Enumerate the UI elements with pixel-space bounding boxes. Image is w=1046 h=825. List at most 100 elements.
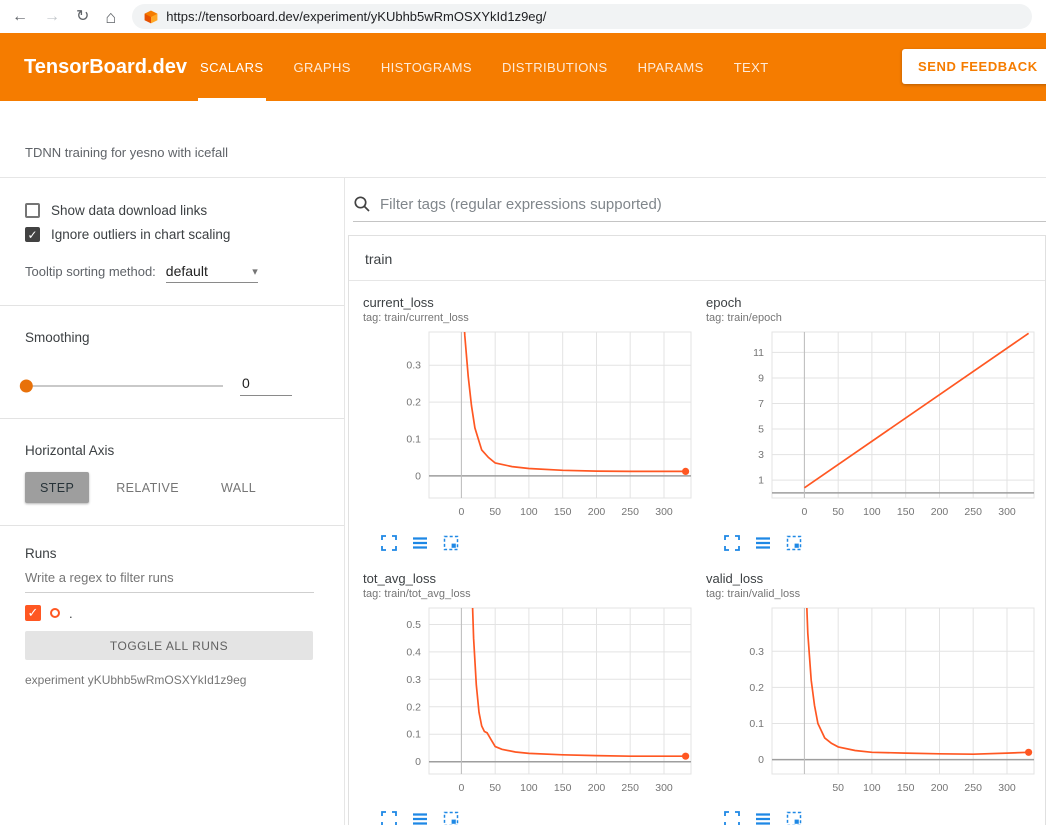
content: Show data download links ✓ Ignore outlie… bbox=[0, 178, 1046, 825]
svg-text:50: 50 bbox=[489, 506, 501, 518]
full-width-icon[interactable] bbox=[412, 811, 428, 825]
svg-text:200: 200 bbox=[931, 506, 949, 518]
axis-relative-button[interactable]: RELATIVE bbox=[101, 472, 194, 503]
app-header: TensorBoard.dev SCALARS GRAPHS HISTOGRAM… bbox=[0, 33, 1046, 101]
toggle-all-runs-button[interactable]: TOGGLE ALL RUNS bbox=[25, 631, 313, 660]
smoothing-value-input[interactable]: 0 bbox=[240, 375, 292, 396]
line-chart[interactable]: 00.10.20.30.40.5050100150200250300 bbox=[363, 602, 698, 807]
browser-toolbar: ← → ↻ ⌂ https://tensorboard.dev/experime… bbox=[0, 0, 1046, 33]
svg-text:250: 250 bbox=[621, 506, 639, 518]
address-bar[interactable]: https://tensorboard.dev/experiment/yKUbh… bbox=[132, 4, 1032, 29]
chart-title: tot_avg_loss bbox=[363, 571, 698, 586]
svg-text:0.1: 0.1 bbox=[749, 718, 764, 730]
svg-text:0.3: 0.3 bbox=[406, 674, 421, 686]
runs-label: Runs bbox=[25, 546, 314, 561]
svg-text:50: 50 bbox=[832, 506, 844, 518]
expand-chart-icon[interactable] bbox=[381, 535, 397, 551]
run-color-icon bbox=[50, 608, 60, 618]
svg-text:150: 150 bbox=[554, 782, 572, 794]
tab-scalars[interactable]: SCALARS bbox=[200, 33, 264, 101]
ignore-outliers-label: Ignore outliers in chart scaling bbox=[51, 227, 230, 242]
axis-wall-button[interactable]: WALL bbox=[206, 472, 271, 503]
tooltip-sorting-select[interactable]: default ▾ bbox=[166, 263, 258, 283]
experiment-title: TDNN training for yesno with icefall bbox=[25, 145, 228, 160]
chart-title: valid_loss bbox=[706, 571, 1041, 586]
tab-graphs[interactable]: GRAPHS bbox=[294, 33, 351, 101]
tooltip-sorting-label: Tooltip sorting method: bbox=[25, 264, 156, 279]
svg-text:50: 50 bbox=[832, 782, 844, 794]
svg-text:250: 250 bbox=[621, 782, 639, 794]
back-icon[interactable]: ← bbox=[12, 9, 28, 25]
chart-card-valid-loss: valid_loss tag: train/valid_loss 00.10.2… bbox=[706, 571, 1041, 825]
run-group-card: train current_loss tag: train/current_lo… bbox=[348, 235, 1046, 825]
svg-text:0.2: 0.2 bbox=[749, 682, 764, 694]
fit-domain-icon[interactable] bbox=[786, 535, 802, 551]
fit-domain-icon[interactable] bbox=[786, 811, 802, 825]
horizontal-axis-label: Horizontal Axis bbox=[25, 443, 314, 458]
chart-tag: tag: train/current_loss bbox=[363, 312, 698, 324]
svg-text:7: 7 bbox=[758, 398, 764, 410]
svg-text:0: 0 bbox=[458, 506, 464, 518]
send-feedback-button[interactable]: SEND FEEDBACK bbox=[902, 49, 1046, 84]
charts-grid: current_loss tag: train/current_loss 0 0.… bbox=[349, 281, 1045, 825]
tab-hparams[interactable]: HPARAMS bbox=[638, 33, 704, 101]
slider-thumb[interactable] bbox=[20, 379, 33, 392]
svg-text:300: 300 bbox=[998, 506, 1016, 518]
experiment-title-bar: TDNN training for yesno with icefall bbox=[0, 101, 1046, 178]
tab-histograms[interactable]: HISTOGRAMS bbox=[381, 33, 472, 101]
svg-text:0.2: 0.2 bbox=[406, 397, 421, 409]
runs-filter-input[interactable] bbox=[25, 563, 314, 593]
full-width-icon[interactable] bbox=[412, 535, 428, 551]
group-title[interactable]: train bbox=[349, 236, 1045, 281]
chart-title: current_loss bbox=[363, 295, 698, 310]
svg-text:300: 300 bbox=[655, 506, 673, 518]
show-download-row[interactable]: Show data download links bbox=[25, 203, 314, 218]
svg-text:0.1: 0.1 bbox=[406, 434, 421, 446]
run-checkbox-icon[interactable]: ✓ bbox=[25, 605, 41, 621]
reload-icon[interactable]: ↻ bbox=[76, 9, 89, 25]
svg-text:0: 0 bbox=[758, 754, 764, 766]
brand-logo[interactable]: TensorBoard.dev bbox=[0, 56, 200, 79]
tab-distributions[interactable]: DISTRIBUTIONS bbox=[502, 33, 608, 101]
home-icon[interactable]: ⌂ bbox=[105, 8, 116, 26]
ignore-outliers-row[interactable]: ✓ Ignore outliers in chart scaling bbox=[25, 227, 314, 242]
svg-text:300: 300 bbox=[655, 782, 673, 794]
url-text[interactable]: https://tensorboard.dev/experiment/yKUbh… bbox=[166, 9, 546, 24]
svg-text:100: 100 bbox=[863, 782, 881, 794]
full-width-icon[interactable] bbox=[755, 535, 771, 551]
smoothing-slider[interactable] bbox=[25, 385, 223, 387]
screen: ← → ↻ ⌂ https://tensorboard.dev/experime… bbox=[0, 0, 1046, 825]
chart-tag: tag: train/epoch bbox=[706, 312, 1041, 324]
svg-text:100: 100 bbox=[863, 506, 881, 518]
experiment-id-caption: experiment yKUbhb5wRmOSXYkId1z9eg bbox=[25, 673, 314, 687]
run-row[interactable]: ✓ . bbox=[25, 605, 314, 621]
axis-step-button[interactable]: STEP bbox=[25, 472, 89, 503]
expand-chart-icon[interactable] bbox=[724, 811, 740, 825]
svg-text:300: 300 bbox=[998, 782, 1016, 794]
svg-text:1: 1 bbox=[758, 475, 764, 487]
tag-filter-row bbox=[353, 195, 1046, 222]
svg-text:0.4: 0.4 bbox=[406, 646, 421, 658]
expand-chart-icon[interactable] bbox=[724, 535, 740, 551]
tag-filter-input[interactable] bbox=[380, 196, 1046, 213]
line-chart[interactable]: 00.10.20.3050100150200250300 bbox=[363, 326, 698, 531]
chart-title: epoch bbox=[706, 295, 1041, 310]
checkbox-unchecked-icon[interactable] bbox=[25, 203, 40, 218]
settings-sidebar: Show data download links ✓ Ignore outlie… bbox=[0, 178, 345, 825]
svg-text:0: 0 bbox=[801, 506, 807, 518]
line-chart[interactable]: 1357911050100150200250300 bbox=[706, 326, 1041, 531]
tab-text[interactable]: TEXT bbox=[734, 33, 769, 101]
line-chart[interactable]: 00.10.20.350100150200250300 bbox=[706, 602, 1041, 807]
caret-down-icon: ▾ bbox=[252, 265, 258, 278]
expand-chart-icon[interactable] bbox=[381, 811, 397, 825]
forward-icon[interactable]: → bbox=[44, 9, 60, 25]
svg-text:0.3: 0.3 bbox=[406, 360, 421, 372]
checkbox-checked-icon[interactable]: ✓ bbox=[25, 227, 40, 242]
svg-text:50: 50 bbox=[489, 782, 501, 794]
fit-domain-icon[interactable] bbox=[443, 535, 459, 551]
chart-card-current-loss: current_loss tag: train/current_loss 0 0.… bbox=[363, 295, 698, 551]
svg-text:11: 11 bbox=[753, 347, 764, 359]
run-name: . bbox=[69, 606, 73, 621]
fit-domain-icon[interactable] bbox=[443, 811, 459, 825]
full-width-icon[interactable] bbox=[755, 811, 771, 825]
